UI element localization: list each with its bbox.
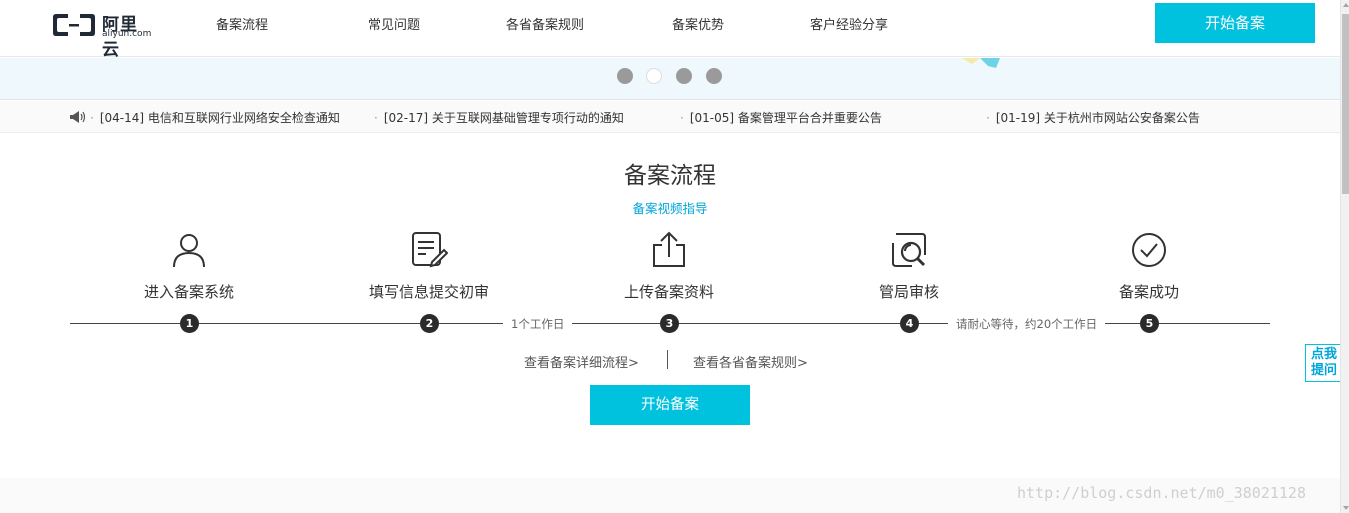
- step-label-3: 上传备案资料: [623, 283, 714, 301]
- notice-text: 关于杭州市网站公安备案公告: [1043, 111, 1200, 125]
- step-label-4: 管局审核: [878, 283, 939, 301]
- notice-item[interactable]: · [02-17] 关于互联网基础管理专项行动的通知: [374, 109, 624, 126]
- start-filing-button[interactable]: 开始备案: [590, 385, 750, 425]
- notice-item[interactable]: · [01-19] 关于杭州市网站公安备案公告: [986, 109, 1200, 126]
- carousel-dot-1[interactable]: [617, 68, 633, 84]
- notice-item[interactable]: · [04-14] 电信和互联网行业网络安全检查通知: [90, 109, 340, 126]
- start-filing-button-top[interactable]: 开始备案: [1155, 3, 1315, 43]
- notice-item[interactable]: · [01-05] 备案管理平台合并重要公告: [680, 109, 882, 126]
- feedback-button[interactable]: 点我 提问: [1305, 344, 1343, 382]
- scroll-up-arrow-icon[interactable]: [1343, 3, 1349, 7]
- aliyun-logo[interactable]: 阿里云 aliyun.com: [52, 10, 152, 60]
- banner-carousel: [0, 58, 1340, 100]
- step-label-2: 填写信息提交初审: [368, 283, 489, 301]
- video-guide-link: 备案视频指导: [0, 198, 1340, 217]
- nav-customer-stories[interactable]: 客户经验分享: [810, 14, 888, 33]
- notice-text: 电信和互联网行业网络安全检查通知: [147, 111, 340, 125]
- top-header: 阿里云 aliyun.com 备案流程 常见问题 各省备案规则 备案优势 客户经…: [0, 0, 1340, 60]
- notice-text: 备案管理平台合并重要公告: [737, 111, 882, 125]
- notice-bar: · [04-14] 电信和互联网行业网络安全检查通知 · [02-17] 关于互联网…: [0, 101, 1340, 133]
- aliyun-logo-icon: [53, 14, 95, 36]
- detailed-process-link[interactable]: 查看备案详细流程>: [524, 352, 639, 371]
- link-divider: [667, 350, 668, 369]
- feedback-text-line1: 点我: [1310, 347, 1337, 362]
- logo-text-en: aliyun.com: [102, 29, 152, 39]
- section-title: 备案流程: [624, 163, 716, 189]
- notice-text: 关于互联网基础管理专项行动的通知: [431, 111, 624, 125]
- banner-decoration: [962, 58, 1000, 68]
- nav-filing-process[interactable]: 备案流程: [216, 14, 268, 33]
- user-icon: [173, 234, 205, 268]
- review-search-icon: [892, 233, 926, 267]
- scrollbar-thumb[interactable]: [1342, 14, 1349, 194]
- step-label-1: 进入备案系统: [143, 283, 234, 301]
- timeline-note-1-day: 1个工作日: [503, 316, 573, 332]
- nav-province-rules[interactable]: 各省备案规则: [506, 14, 584, 33]
- notice-date: [02-17]: [383, 111, 429, 125]
- step-number-4: 4: [900, 314, 919, 333]
- step-number-3: 3: [660, 314, 679, 333]
- vertical-scrollbar[interactable]: [1340, 0, 1349, 513]
- step-number-1: 1: [180, 314, 199, 333]
- upload-icon: [653, 231, 685, 267]
- video-guide-link-text[interactable]: 备案视频指导: [632, 201, 707, 216]
- form-edit-icon: [412, 232, 448, 268]
- step-label-5: 备案成功: [1118, 283, 1179, 301]
- carousel-dot-2[interactable]: [646, 68, 662, 84]
- nav-advantages[interactable]: 备案优势: [672, 14, 724, 33]
- notice-date: [01-05]: [689, 111, 735, 125]
- step-number-5: 5: [1140, 314, 1159, 333]
- feedback-text-line2: 提问: [1310, 363, 1337, 378]
- step-number-2: 2: [420, 314, 439, 333]
- notice-date: [01-19]: [995, 111, 1041, 125]
- notice-date: [04-14]: [99, 111, 145, 125]
- nav-faq[interactable]: 常见问题: [368, 14, 420, 33]
- province-rules-link[interactable]: 查看各省备案规则>: [693, 352, 808, 371]
- timeline-note-20-days: 请耐心等待，约20个工作日: [948, 316, 1106, 332]
- blog-watermark: http://blog.csdn.net/m0_38021128: [1017, 484, 1306, 502]
- megaphone-icon: [70, 111, 86, 123]
- carousel-dot-3[interactable]: [676, 68, 692, 84]
- scroll-down-arrow-icon[interactable]: [1343, 506, 1349, 510]
- check-circle-icon: [1132, 233, 1166, 267]
- carousel-dot-4[interactable]: [706, 68, 722, 84]
